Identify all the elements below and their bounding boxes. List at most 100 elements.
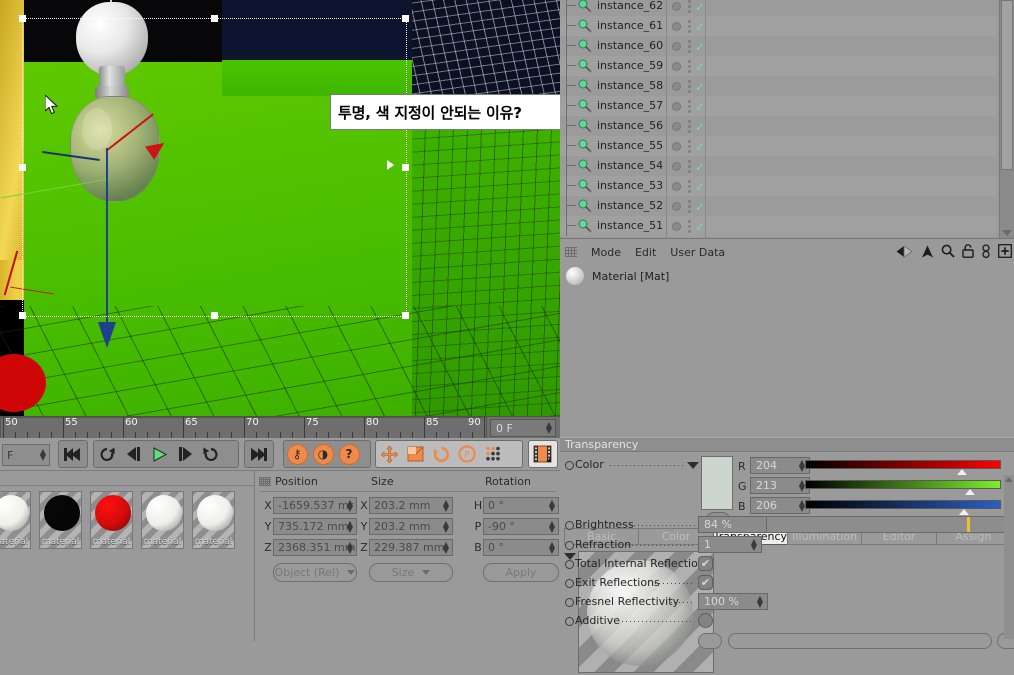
coordinate-size-dropdown[interactable]: Size — [369, 563, 453, 582]
viewport-3d[interactable]: 투명, 색 지정이 안되는 이유? — [0, 0, 560, 416]
tag-dots-icon[interactable] — [688, 100, 692, 113]
tag-dots-icon[interactable] — [688, 80, 692, 93]
material-manager-menubar[interactable] — [0, 471, 254, 486]
coordinate-field[interactable]: 229.387 mm ▲ ▼ — [369, 539, 453, 556]
fresnel-spinner-icon[interactable]: ▲ ▼ — [757, 594, 763, 608]
previous-key-button[interactable] — [94, 441, 120, 467]
channel-slider-marker-g[interactable] — [965, 489, 975, 495]
attribute-grip-icon[interactable] — [565, 247, 577, 257]
point-level-animation-button[interactable] — [480, 441, 506, 467]
tag-dots-icon[interactable] — [688, 60, 692, 73]
animation-toolbar[interactable]: F ▲ ▼ ⚷ ◑ ? P — [0, 438, 560, 470]
object-row[interactable]: instance_52 ✓ — [560, 196, 996, 216]
visibility-dot[interactable] — [672, 122, 681, 131]
selection-handle-tr[interactable] — [402, 15, 409, 22]
object-row[interactable]: instance_53 ✓ — [560, 176, 996, 196]
coordinate-field[interactable]: 203.2 mm ▲ ▼ — [369, 518, 453, 535]
instance-object-icon[interactable] — [578, 199, 592, 213]
additive-row[interactable]: Additive ✔ — [560, 611, 1014, 631]
enabled-check-icon[interactable]: ✓ — [695, 60, 705, 74]
render-group[interactable] — [528, 440, 558, 468]
coordinate-field[interactable]: -1659.537 mr ▲ ▼ — [273, 497, 357, 514]
scrollbar-thumb[interactable] — [1001, 0, 1013, 170]
selection-handle-ml[interactable] — [19, 164, 26, 171]
render-view-button[interactable] — [529, 441, 555, 467]
brightness-slider[interactable] — [766, 516, 1006, 533]
chevron-down-icon[interactable] — [422, 570, 431, 575]
object-row[interactable]: instance_59 ✓ — [560, 56, 996, 76]
key-mode-group[interactable]: P — [375, 440, 523, 468]
attribute-scrollbar[interactable] — [1004, 475, 1014, 639]
material-tile[interactable]: material — [192, 491, 235, 549]
tag-dots-icon[interactable] — [688, 220, 692, 233]
visibility-dot[interactable] — [672, 222, 681, 231]
coordinates-grip-icon[interactable] — [259, 477, 271, 486]
scroll-down-arrow-icon[interactable] — [1002, 230, 1012, 236]
fresnel-anim-dot[interactable] — [565, 598, 574, 607]
exit-reflections-row[interactable]: Exit Reflections ✔ — [560, 573, 1014, 593]
lock-icon[interactable] — [962, 244, 974, 261]
channel-slider-g[interactable] — [805, 480, 1001, 489]
object-row[interactable]: instance_60 ✓ — [560, 36, 996, 56]
instance-object-icon[interactable] — [578, 39, 592, 53]
autokeying-button[interactable]: ◑ — [310, 441, 336, 467]
parameter-key-button[interactable]: P — [454, 441, 480, 467]
visibility-dot[interactable] — [672, 82, 681, 91]
color-row[interactable]: Color R 204 ▲ ▼ G 213 ▲ ▼ B 206 ▲ ▼ — [560, 455, 1014, 530]
material-tile[interactable]: material — [141, 491, 184, 549]
instance-object-icon[interactable] — [578, 159, 592, 173]
menu-edit[interactable]: Edit — [635, 246, 656, 259]
coordinate-spinner-icon[interactable]: ▲ ▼ — [549, 540, 555, 554]
axis-gizmo-y-arrow[interactable] — [98, 322, 116, 348]
object-row[interactable]: instance_54 ✓ — [560, 156, 996, 176]
visibility-dot[interactable] — [672, 182, 681, 191]
instance-object-icon[interactable] — [578, 179, 592, 193]
visibility-dot[interactable] — [672, 22, 681, 31]
refraction-spinner-icon[interactable]: ▲ ▼ — [751, 537, 757, 551]
exit-reflections-checkbox[interactable]: ✔ — [698, 575, 713, 590]
enabled-check-icon[interactable]: ✓ — [695, 200, 705, 214]
visibility-dot[interactable] — [672, 42, 681, 51]
enabled-check-icon[interactable]: ✓ — [695, 40, 705, 54]
object-list[interactable]: instance_62 ✓ instance_61 ✓ instance_60 ✓ inst… — [560, 0, 996, 238]
refraction-anim-dot[interactable] — [565, 541, 574, 550]
tir-anim-dot[interactable] — [565, 560, 574, 569]
visibility-dot[interactable] — [672, 2, 681, 11]
attribute-menubar[interactable]: Mode Edit User Data — [560, 241, 1014, 263]
go-to-start-button[interactable] — [59, 441, 85, 467]
coordinate-field[interactable]: 203.2 mm ▲ ▼ — [369, 497, 453, 514]
instance-object-icon[interactable] — [578, 19, 592, 33]
bottom-control-left[interactable] — [698, 633, 722, 649]
tag-dots-icon[interactable] — [688, 160, 692, 173]
fresnel-reflectivity-row[interactable]: Fresnel Reflectivity 100 % ▲ ▼ — [560, 592, 1014, 612]
next-key-button[interactable] — [198, 441, 224, 467]
instance-object-icon[interactable] — [578, 99, 592, 113]
visibility-dot[interactable] — [672, 202, 681, 211]
tag-dots-icon[interactable] — [688, 200, 692, 213]
coordinate-field[interactable]: 735.172 mm ▲ ▼ — [273, 518, 357, 535]
selection-handle-tl[interactable] — [19, 15, 26, 22]
selection-handle-mr[interactable] — [402, 164, 409, 171]
attribute-header-icons[interactable] — [896, 244, 1012, 261]
search-icon[interactable] — [941, 244, 955, 261]
material-tile[interactable]: material — [90, 491, 133, 549]
frame-spinner-icon[interactable]: ▲ ▼ — [546, 421, 552, 435]
object-row[interactable]: instance_57 ✓ — [560, 96, 996, 116]
tag-dots-icon[interactable] — [688, 120, 692, 133]
menu-user-data[interactable]: User Data — [670, 246, 725, 259]
enabled-check-icon[interactable]: ✓ — [695, 160, 705, 174]
goto-start-group[interactable] — [58, 440, 88, 468]
coordinate-spinner-icon[interactable]: ▲ ▼ — [347, 519, 353, 533]
object-row[interactable]: instance_51 ✓ — [560, 216, 996, 236]
brightness-anim-dot[interactable] — [565, 521, 574, 530]
coordinate-spinner-icon[interactable]: ▲ ▼ — [347, 498, 353, 512]
menu-mode[interactable]: Mode — [591, 246, 621, 259]
apply-button[interactable]: Apply — [483, 563, 559, 582]
object-row[interactable]: instance_56 ✓ — [560, 116, 996, 136]
instance-object-icon[interactable] — [578, 79, 592, 93]
color-dropdown-arrow-icon[interactable] — [687, 462, 699, 469]
instance-object-icon[interactable] — [578, 219, 592, 233]
total-internal-reflection-row[interactable]: Total Internal Reflection ✔ — [560, 554, 1014, 574]
selection-handle-bc[interactable] — [211, 312, 218, 319]
channel-field-g[interactable]: 213 ▲ ▼ — [750, 477, 810, 494]
